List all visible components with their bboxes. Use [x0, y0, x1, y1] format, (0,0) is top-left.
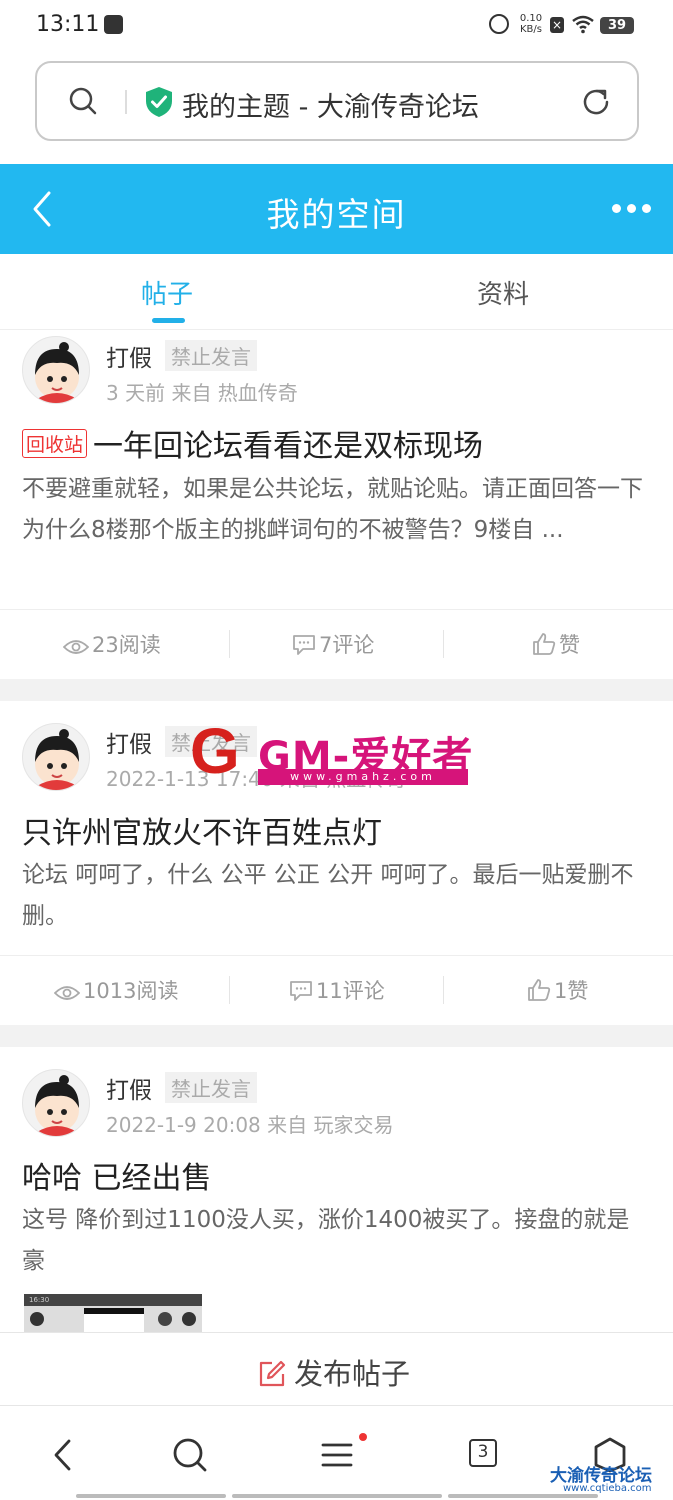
post-excerpt[interactable]: 论坛 呵呵了，什么 公平 公正 公开 呵呵了。最后一贴爱删不删。	[22, 855, 652, 937]
watermark-url: www.gmahz.com	[258, 769, 468, 785]
tab-indicator	[152, 318, 185, 323]
views-count: 1013阅读	[53, 956, 178, 1026]
section-gap	[0, 679, 673, 701]
tab-profile[interactable]: 资料	[477, 274, 529, 311]
search-icon[interactable]	[170, 1435, 210, 1475]
like-button[interactable]: 1赞	[527, 956, 588, 1026]
edit-icon	[259, 1360, 286, 1387]
status-time: 13:11	[36, 12, 100, 37]
action-divider	[443, 630, 444, 658]
avatar[interactable]	[22, 336, 90, 404]
thumb-up-icon	[528, 979, 551, 1001]
publish-post-button[interactable]: 发布帖子	[258, 1351, 410, 1393]
gesture-bar[interactable]	[232, 1494, 442, 1498]
comment-icon	[290, 981, 312, 1001]
gesture-bar[interactable]	[448, 1494, 598, 1498]
battery-indicator: 39	[600, 17, 634, 34]
watermark-letter: G	[190, 715, 240, 787]
avatar[interactable]	[22, 723, 90, 791]
views-count: 23阅读	[62, 610, 161, 680]
sim-off-icon: ×	[550, 17, 564, 33]
header-title: 我的空间	[266, 195, 407, 234]
page-title[interactable]: 我的主题 - 大渝传奇论坛	[182, 85, 479, 124]
status-badge: 禁止发言	[165, 340, 257, 371]
post-meta: 2022-1-9 20:08 来自 玩家交易	[106, 1113, 394, 1137]
post-username[interactable]: 打假	[106, 339, 152, 373]
site-url: www.cqtieba.com	[563, 1483, 652, 1494]
thumb-up-icon	[533, 633, 556, 655]
status-badge: 禁止发言	[165, 1072, 257, 1103]
tab-posts[interactable]: 帖子	[141, 274, 193, 311]
post-meta: 3 天前 来自 热血传奇	[106, 381, 298, 405]
thumbnail-comment-icon	[158, 1312, 172, 1326]
address-divider	[125, 90, 127, 114]
thumbnail-back-icon	[30, 1312, 44, 1326]
post-actions: 1013阅读 11评论 1赞	[0, 955, 673, 1025]
post-card[interactable]: 打假 禁止发言 2022-1-9 20:08 来自 玩家交易 哈哈 已经出售 这…	[0, 1047, 673, 1332]
post-thumbnail[interactable]: 16:30	[24, 1294, 202, 1332]
wifi-icon	[572, 15, 594, 34]
reload-icon[interactable]	[580, 86, 612, 118]
eye-icon	[62, 640, 90, 654]
action-divider	[443, 976, 444, 1004]
tabs-count-button[interactable]: 3	[469, 1439, 497, 1467]
publish-bar: 发布帖子	[0, 1332, 673, 1406]
thumbnail-statusbar: 16:30	[24, 1294, 202, 1306]
comment-icon	[293, 635, 315, 655]
post-title[interactable]: 回收站 一年回论坛看看还是双标现场	[22, 421, 483, 465]
menu-icon[interactable]	[317, 1435, 357, 1475]
gesture-bar[interactable]	[76, 1494, 226, 1498]
app-header: 我的空间	[0, 164, 673, 254]
eye-icon	[53, 986, 81, 1000]
search-icon[interactable]	[69, 87, 97, 115]
like-button[interactable]: 赞	[532, 610, 580, 680]
message-icon	[104, 15, 123, 34]
back-icon[interactable]	[44, 1435, 84, 1475]
tab-bar: 帖子 资料	[0, 254, 673, 330]
recycle-tag: 回收站	[22, 429, 88, 458]
post-username[interactable]: 打假	[106, 1071, 152, 1105]
watermark-logo: G GM-爱好者 www.gmahz.com	[190, 714, 475, 790]
post-excerpt[interactable]: 不要避重就轻，如果是公共论坛，就贴论贴。请正面回答一下 为什么8楼那个版主的挑衅…	[22, 469, 652, 551]
network-speed: 0.10 KB/s	[519, 13, 543, 35]
action-divider	[229, 630, 230, 658]
comment-button[interactable]: 11评论	[289, 956, 385, 1026]
more-icon[interactable]	[612, 204, 652, 214]
thumbnail-more-icon	[182, 1312, 196, 1326]
post-title[interactable]: 只许州官放火不许百姓点灯	[22, 808, 382, 852]
post-card[interactable]: 打假 禁止发言 3 天前 来自 热血传奇 回收站 一年回论坛看看还是双标现场 不要…	[0, 331, 673, 679]
post-excerpt[interactable]: 这号 降价到过1100没人买，涨价1400被买了。接盘的就是豪	[22, 1200, 652, 1282]
status-bar: 13:11 0.10 KB/s × 39	[0, 0, 673, 52]
thumbnail-content	[84, 1308, 144, 1332]
action-divider	[229, 976, 230, 1004]
alarm-icon	[489, 14, 509, 34]
address-bar[interactable]: 我的主题 - 大渝传奇论坛	[35, 61, 639, 141]
comment-button[interactable]: 7评论	[292, 610, 374, 680]
shield-check-icon	[146, 87, 172, 117]
post-username[interactable]: 打假	[106, 725, 152, 759]
section-gap	[0, 1025, 673, 1047]
post-title[interactable]: 哈哈 已经出售	[22, 1153, 212, 1197]
notification-dot	[359, 1433, 367, 1441]
avatar[interactable]	[22, 1069, 90, 1137]
post-actions: 23阅读 7评论 赞	[0, 609, 673, 679]
